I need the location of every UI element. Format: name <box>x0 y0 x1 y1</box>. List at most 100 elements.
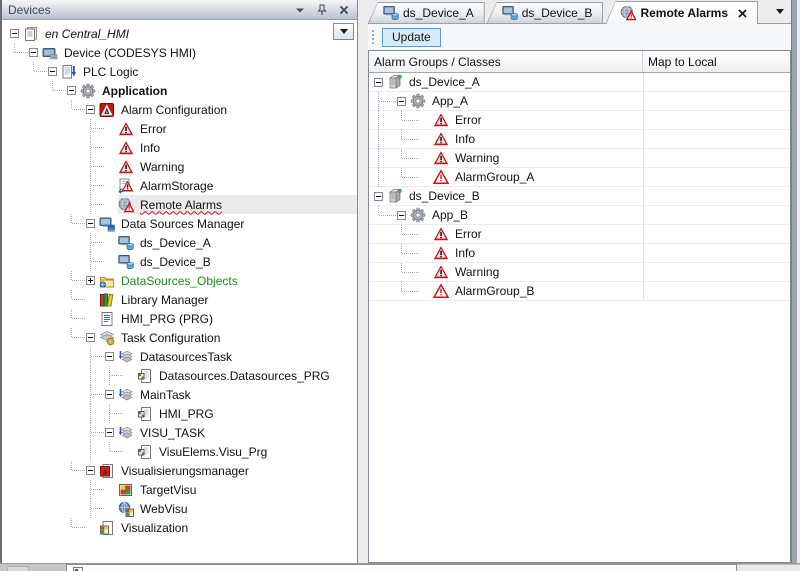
collapse-icon[interactable] <box>67 86 76 95</box>
tree-item: Application <box>80 81 357 100</box>
tree-item-label: AlarmGroup_B <box>452 283 537 299</box>
device-tree-row[interactable]: Visualization <box>2 518 357 537</box>
tab-remote-alarms[interactable]: Remote Alarms <box>605 1 758 24</box>
tree-item: TargetVisu <box>118 480 357 499</box>
alarm-tree-cell: ds_Device_A <box>369 73 643 92</box>
collapse-icon[interactable] <box>374 78 383 87</box>
device-tree-row[interactable]: Info <box>2 138 357 157</box>
tree-item-label: Info <box>452 131 478 147</box>
expander-slot <box>29 43 42 62</box>
device-tree-row[interactable]: Visualisierungsmanager <box>2 461 357 480</box>
alarm-table-row[interactable]: AlarmGroup_A <box>369 168 790 187</box>
device-tree-row[interactable]: Alarm Configuration <box>2 100 357 119</box>
update-button[interactable]: Update <box>382 28 441 47</box>
device-tree-row[interactable]: Warning <box>2 157 357 176</box>
prg-icon <box>99 311 115 327</box>
collapse-icon[interactable] <box>374 192 383 201</box>
collapse-icon[interactable] <box>105 390 114 399</box>
device-tree-row[interactable]: WebVisu <box>2 499 357 518</box>
devices-panel: Devices en Central_HMIDevice (CODESYS HM… <box>0 0 358 563</box>
alarm-table-row[interactable]: Warning <box>369 263 790 282</box>
tree-item-label: WebVisu <box>137 501 191 517</box>
collapse-icon[interactable] <box>29 48 38 57</box>
collapse-icon[interactable] <box>86 219 95 228</box>
close-icon[interactable] <box>738 9 747 18</box>
tree-item-label: en Central_HMI <box>42 26 132 42</box>
alarm-table-row[interactable]: Error <box>369 111 790 130</box>
device-tree-row[interactable]: ds_Device_B <box>2 252 357 271</box>
alarm-table-row[interactable]: App_A <box>369 92 790 111</box>
device-tree-row[interactable]: HMI_PRG (PRG) <box>2 309 357 328</box>
tree-item-label: DataSources_Objects <box>118 273 241 289</box>
alarm-table-row[interactable]: Info <box>369 244 790 263</box>
tree-guide-line <box>15 52 29 53</box>
alarm-class-icon <box>433 131 449 147</box>
device-tree-row[interactable]: DatasourcesTask <box>2 347 357 366</box>
collapse-icon[interactable] <box>397 211 406 220</box>
device-tree-row[interactable]: Remote Alarms <box>2 195 357 214</box>
alarm-table-row[interactable]: Info <box>369 130 790 149</box>
alarm-table-row[interactable]: AlarmGroup_B <box>369 282 790 301</box>
tab-list-dropdown-icon[interactable] <box>776 9 784 18</box>
toolbar-grip[interactable] <box>372 29 375 45</box>
alarm-class-icon <box>433 112 449 128</box>
device-tree-row[interactable]: Library Manager <box>2 290 357 309</box>
close-icon[interactable] <box>335 2 352 17</box>
collapse-icon[interactable] <box>48 67 57 76</box>
tree-guide-line <box>402 272 420 273</box>
collapse-icon[interactable] <box>10 29 19 38</box>
alarm-tree-cell: Error <box>369 111 643 130</box>
device-tree-row[interactable]: HMI_PRG <box>2 404 357 423</box>
column-header-alarm-groups[interactable]: Alarm Groups / Classes <box>369 51 643 72</box>
alarm-table-row[interactable]: Error <box>369 225 790 244</box>
tree-guide-line <box>378 111 379 130</box>
collapse-icon[interactable] <box>397 97 406 106</box>
tree-item-label: Info <box>452 245 478 261</box>
expander-slot <box>420 130 433 149</box>
device-tree-row[interactable]: ds_Device_A <box>2 233 357 252</box>
device-tree-row[interactable]: Application <box>2 81 357 100</box>
collapse-icon[interactable] <box>86 105 95 114</box>
device-tree-row[interactable]: VisuElems.Visu_Prg <box>2 442 357 461</box>
device-tree-row[interactable]: Task Configuration <box>2 328 357 347</box>
alarm-table-row[interactable]: App_B <box>369 206 790 225</box>
device-tree-row[interactable]: Data Sources Manager <box>2 214 357 233</box>
device-tree-row[interactable]: MainTask <box>2 385 357 404</box>
collapse-icon[interactable] <box>105 352 114 361</box>
collapse-icon[interactable] <box>105 428 114 437</box>
tab-inner: Remote Alarms <box>606 2 757 24</box>
tree-guide-line <box>90 366 91 385</box>
chevron-down-icon <box>340 29 348 38</box>
pin-icon[interactable] <box>313 2 330 17</box>
alarm-table-row[interactable]: ds_Device_B <box>369 187 790 206</box>
device-tree-row[interactable]: Datasources.Datasources_PRG <box>2 366 357 385</box>
library-manager-icon <box>99 292 115 308</box>
remote-alarms-editor: Alarm Groups / Classes Map to Local ds_D… <box>368 50 791 563</box>
tree-guide-line <box>402 253 420 254</box>
tree-item-label: App_A <box>429 93 471 109</box>
window-menu-icon[interactable] <box>291 2 308 17</box>
tree-guide-line <box>90 404 91 423</box>
tab-ds-device-a[interactable]: ds_Device_A <box>368 2 485 23</box>
tree-item: VisuElems.Visu_Prg <box>137 442 357 461</box>
device-tree-row[interactable]: Error <box>2 119 357 138</box>
remote-alarms-icon <box>620 5 636 21</box>
device-tree-row[interactable]: VISU_TASK <box>2 423 357 442</box>
device-tree-row[interactable]: TargetVisu <box>2 480 357 499</box>
tree-item: Datasources.Datasources_PRG <box>137 366 357 385</box>
collapse-icon[interactable] <box>86 333 95 342</box>
device-tree-row[interactable]: DataSources_Objects <box>2 271 357 290</box>
device-tree-row[interactable]: AlarmStorage <box>2 176 357 195</box>
tree-item-label: Error <box>452 226 485 242</box>
alarm-table-row[interactable]: ds_Device_A <box>369 73 790 92</box>
device-tree-row[interactable]: Device (CODESYS HMI) <box>2 43 357 62</box>
column-header-map-to-local[interactable]: Map to Local <box>643 51 790 72</box>
device-tree-row[interactable]: en Central_HMI <box>2 24 357 43</box>
tab-ds-device-b[interactable]: ds_Device_B <box>487 2 604 23</box>
tab-label: Remote Alarms <box>640 6 728 20</box>
alarm-table-row[interactable]: Warning <box>369 149 790 168</box>
device-tree-row[interactable]: PLC Logic <box>2 62 357 81</box>
collapse-icon[interactable] <box>86 466 95 475</box>
expand-icon[interactable] <box>86 276 95 285</box>
tree-dropdown-button[interactable] <box>333 23 354 40</box>
